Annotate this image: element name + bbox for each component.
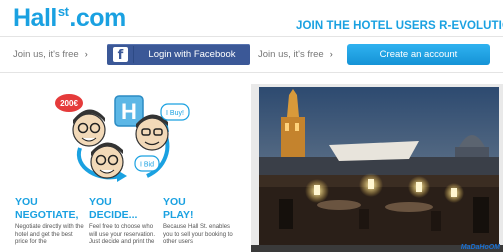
negotiation-illustration: H 200€ I Buy! I Bid (55, 94, 190, 182)
header-divider (0, 36, 503, 37)
feature-desc: Negotiate directly with the hotel and ge… (15, 224, 84, 245)
bid-bubble-text: I Bid (140, 162, 154, 169)
feature-title: YOU PLAY! (163, 196, 233, 222)
price-bubble-text: 200€ (60, 99, 78, 108)
feature-play: YOU PLAY! Because Hall St. enables you t… (163, 196, 233, 247)
join-free-left[interactable]: Join us, it's free › (13, 49, 88, 60)
chevron-right-icon: › (84, 49, 88, 59)
logo-suffix: .com (69, 4, 126, 32)
feature-title-line1: YOU (163, 196, 186, 208)
buy-bubble-text: I Buy! (166, 110, 184, 117)
logo-sup: st (57, 4, 69, 19)
watermark: MaDaHoOM (460, 244, 500, 251)
feature-decide: YOU DECIDE... Feel free to choose who wi… (89, 196, 159, 247)
facebook-login-button[interactable]: f Login with Facebook (107, 44, 250, 65)
feature-title-line2: DECIDE... (89, 209, 138, 221)
join-free-right[interactable]: Join us, it's free › (258, 49, 333, 60)
facebook-f-icon: f (113, 47, 128, 63)
tower-body (281, 117, 305, 162)
create-account-button[interactable]: Create an account (347, 44, 490, 65)
city-skyline (259, 157, 499, 177)
hallst-logo[interactable]: Hallst.com (13, 4, 126, 36)
feature-desc: Because Hall St. enables you to sell you… (163, 224, 233, 245)
hallst-home-page: Hallst.com JOIN THE HOTEL USERS R-EVOLUT… (0, 0, 503, 252)
hotel-rooftop-photo[interactable] (259, 87, 499, 245)
join-free-left-label: Join us, it's free (13, 49, 79, 60)
feature-negotiate: YOU NEGOTIATE, Negotiate directly with t… (15, 196, 85, 247)
feature-title-line2: NEGOTIATE, (15, 209, 79, 221)
feature-title: YOU DECIDE... (89, 196, 159, 222)
chevron-right-icon: › (329, 49, 333, 59)
join-free-right-label: Join us, it's free (258, 49, 324, 60)
feature-title-line2: PLAY! (163, 209, 194, 221)
hotel-sign-letter: H (121, 99, 137, 124)
logo-prefix: Hall (13, 4, 57, 32)
section-divider (0, 72, 503, 73)
facebook-login-label: Login with Facebook (148, 49, 236, 60)
header-slogan: JOIN THE HOTEL USERS R-EVOLUTION! (296, 20, 503, 32)
feature-title-line1: YOU (89, 196, 112, 208)
feature-title-line1: YOU (15, 196, 38, 208)
feature-title: YOU NEGOTIATE, (15, 196, 85, 222)
feature-desc: Feel free to choose who will use your re… (89, 224, 156, 245)
